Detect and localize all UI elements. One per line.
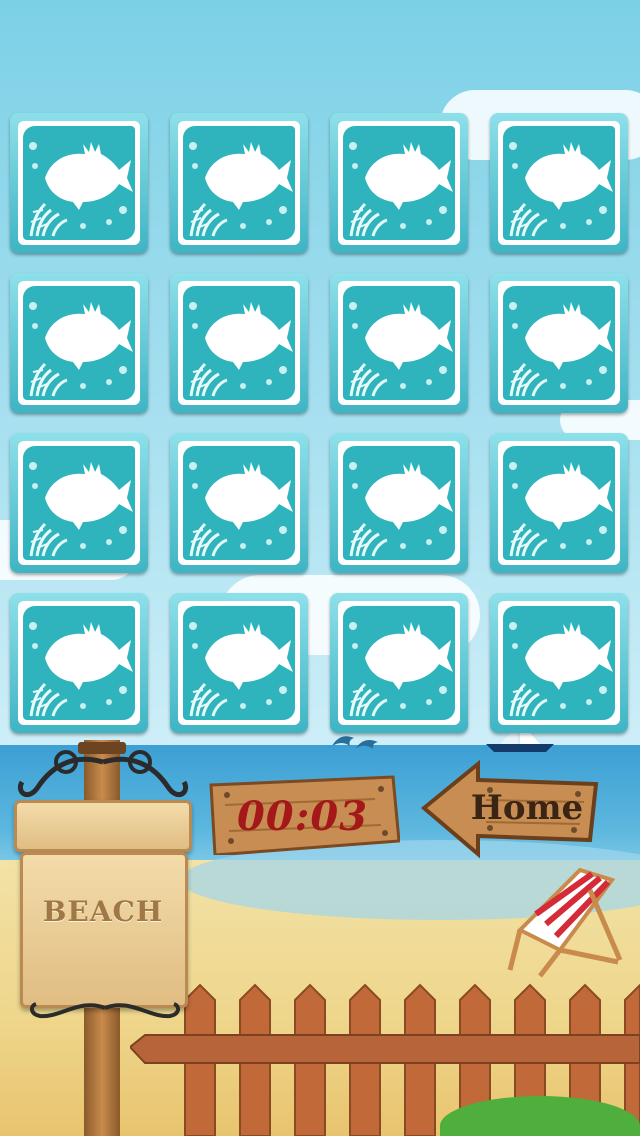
timer-display: 00:03 <box>236 793 369 840</box>
card-back <box>503 606 615 720</box>
memory-card[interactable] <box>10 113 148 253</box>
memory-card[interactable] <box>170 593 308 733</box>
card-back <box>183 126 295 240</box>
memory-card[interactable] <box>170 433 308 573</box>
card-frame <box>18 281 140 405</box>
timer-board: 00:03 <box>205 775 401 857</box>
card-back <box>23 286 135 400</box>
memory-card[interactable] <box>10 273 148 413</box>
home-button[interactable]: Home <box>420 759 600 860</box>
card-frame <box>498 601 620 725</box>
dolphin-icon <box>332 736 378 749</box>
card-back <box>23 126 135 240</box>
fish-icon <box>29 302 133 397</box>
memory-card[interactable] <box>10 593 148 733</box>
card-frame <box>178 601 300 725</box>
card-frame <box>338 121 460 245</box>
card-back <box>183 606 295 720</box>
card-frame <box>338 441 460 565</box>
fish-icon <box>349 142 453 237</box>
memory-card[interactable] <box>490 113 628 253</box>
fish-icon <box>349 462 453 557</box>
theme-label: BEACH <box>42 895 164 928</box>
fish-icon <box>349 302 453 397</box>
card-frame <box>178 121 300 245</box>
sign-main-plank <box>20 852 188 1008</box>
memory-card[interactable] <box>330 593 468 733</box>
card-back <box>343 126 455 240</box>
card-frame <box>498 281 620 405</box>
home-label: Home <box>470 788 584 828</box>
card-back <box>343 446 455 560</box>
memory-card[interactable] <box>330 273 468 413</box>
card-back <box>183 446 295 560</box>
card-back <box>343 606 455 720</box>
deck-chair-icon <box>507 867 623 978</box>
card-grid <box>10 113 630 733</box>
iron-scroll-ornament <box>29 1002 181 1019</box>
memory-card[interactable] <box>330 433 468 573</box>
fish-icon <box>29 622 133 717</box>
fish-icon <box>509 142 613 237</box>
memory-card[interactable] <box>170 273 308 413</box>
memory-card[interactable] <box>170 113 308 253</box>
card-back <box>183 286 295 400</box>
fish-icon <box>509 302 613 397</box>
card-frame <box>498 441 620 565</box>
card-frame <box>498 121 620 245</box>
sign-top-plank <box>14 800 192 852</box>
card-back <box>23 446 135 560</box>
fish-icon <box>189 622 293 717</box>
fish-icon <box>349 622 453 717</box>
card-frame <box>18 441 140 565</box>
fish-icon <box>189 142 293 237</box>
fish-icon <box>29 462 133 557</box>
fish-icon <box>509 622 613 717</box>
memory-card[interactable] <box>490 273 628 413</box>
card-back <box>503 126 615 240</box>
card-frame <box>18 121 140 245</box>
fish-icon <box>29 142 133 237</box>
card-back <box>503 286 615 400</box>
card-frame <box>338 281 460 405</box>
fish-icon <box>189 302 293 397</box>
memory-card[interactable] <box>330 113 468 253</box>
memory-card[interactable] <box>490 433 628 573</box>
card-frame <box>18 601 140 725</box>
card-back <box>503 446 615 560</box>
card-frame <box>178 281 300 405</box>
beach-scene: BEACH 00:03 Home <box>0 0 640 1136</box>
fish-icon <box>189 462 293 557</box>
card-back <box>343 286 455 400</box>
card-back <box>23 606 135 720</box>
card-frame <box>178 441 300 565</box>
memory-card[interactable] <box>490 593 628 733</box>
fish-icon <box>509 462 613 557</box>
memory-card[interactable] <box>10 433 148 573</box>
card-frame <box>338 601 460 725</box>
